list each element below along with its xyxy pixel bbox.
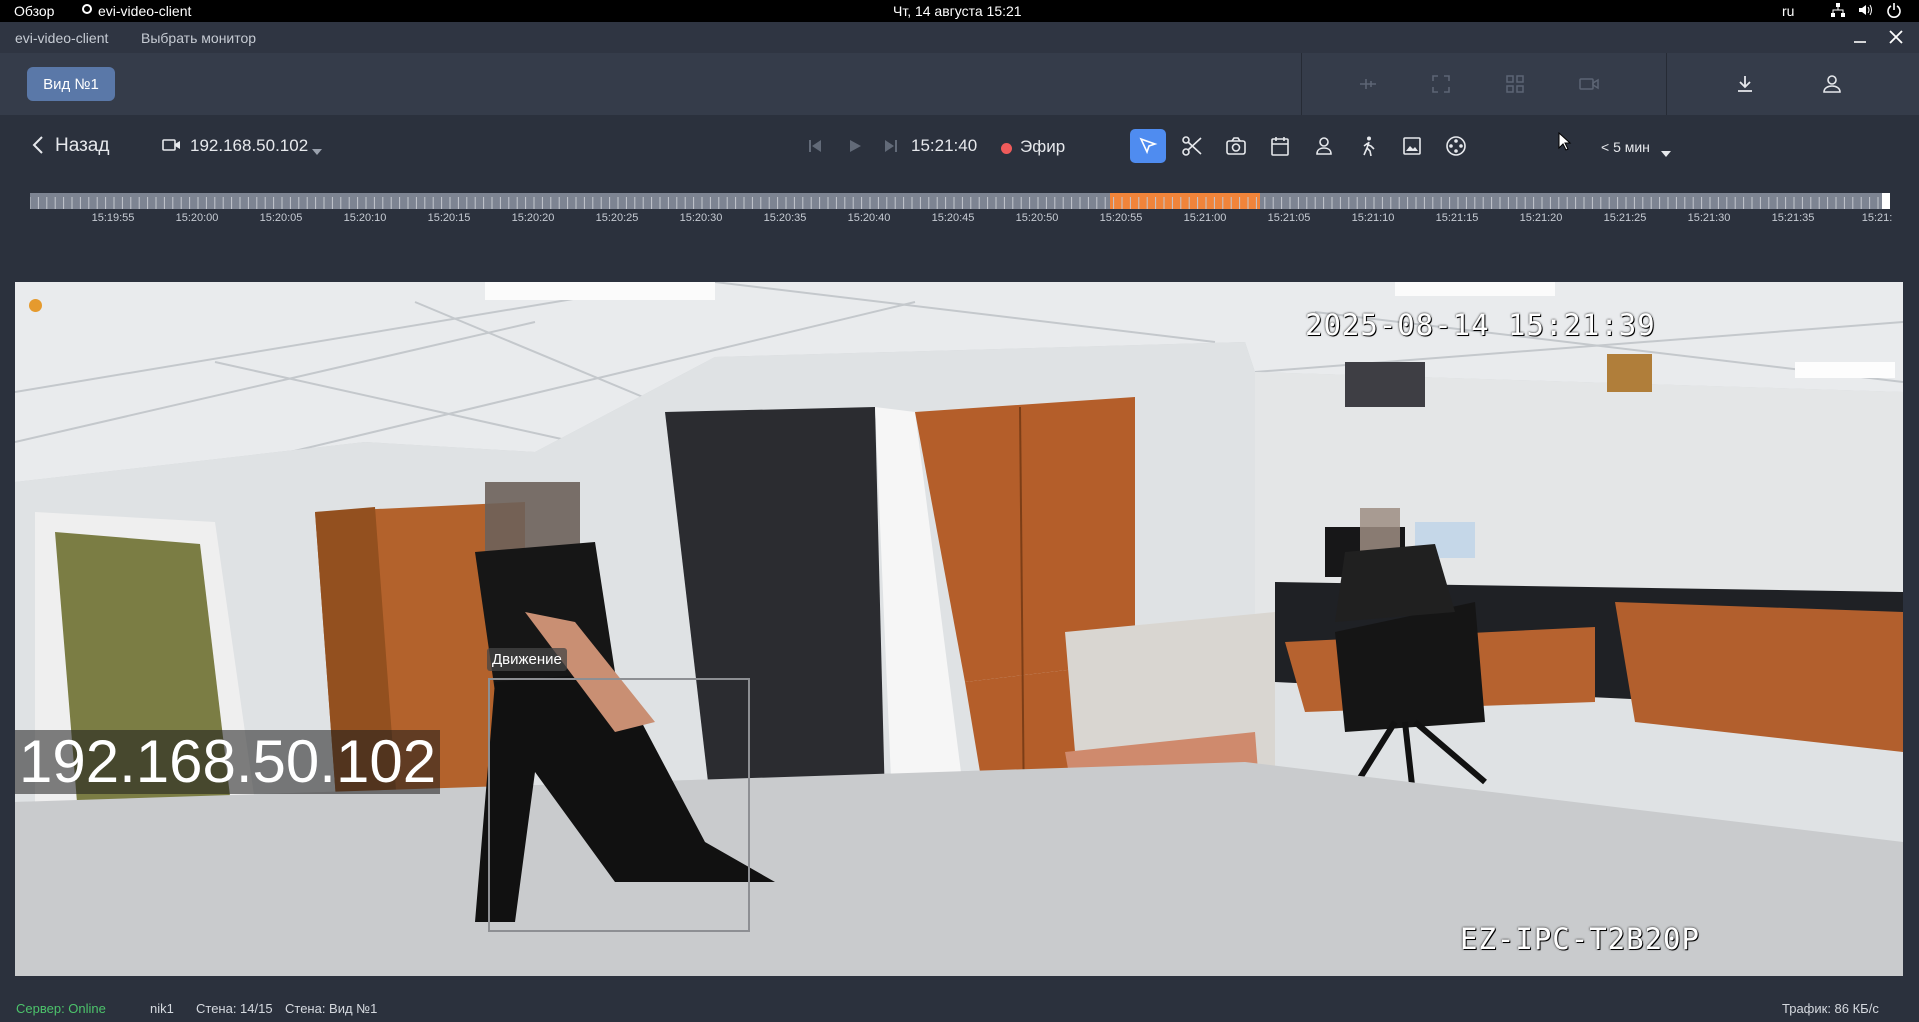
os-app-name[interactable]: evi-video-client xyxy=(98,3,191,19)
recording-indicator-icon xyxy=(29,299,42,312)
settings-dial-icon[interactable] xyxy=(1443,133,1469,159)
camera-select-icon xyxy=(162,137,182,158)
grid-layout-icon[interactable] xyxy=(1503,72,1527,96)
range-chevron-down-icon[interactable] xyxy=(1661,144,1671,162)
timeline-playhead[interactable] xyxy=(1882,193,1890,209)
wall-name: Стена: Вид №1 xyxy=(285,1001,378,1016)
timeline-label: 15:20:15 xyxy=(427,212,471,224)
mouse-cursor-icon xyxy=(1558,131,1572,157)
select-tool-icon[interactable] xyxy=(1130,129,1166,163)
server-status: Сервер: Online xyxy=(16,1001,106,1016)
timeline-label: 15:21:10 xyxy=(1351,212,1395,224)
scissors-icon[interactable] xyxy=(1179,133,1205,159)
app-icon xyxy=(82,4,92,14)
minimize-button[interactable] xyxy=(1851,28,1869,49)
back-chevron-icon[interactable] xyxy=(31,134,45,161)
timeline[interactable]: 15:19:55 15:20:00 15:20:05 15:20:10 15:20:15… xyxy=(0,185,1919,235)
pin-icon[interactable] xyxy=(1356,72,1380,96)
range-select[interactable]: < 5 мин xyxy=(1601,139,1650,155)
download-icon[interactable] xyxy=(1733,72,1757,96)
skip-forward-icon[interactable] xyxy=(884,139,898,158)
video-frame[interactable]: 2025-08-14 15:21:39 EZ-IPC-T2B20P 192.16… xyxy=(15,282,1903,976)
app-title: evi-video-client xyxy=(15,30,109,46)
camera-ip-overlay: 192.168.50.102 xyxy=(15,730,441,794)
app-title-bar: evi-video-client Выбрать монитор xyxy=(0,22,1919,53)
timeline-track[interactable] xyxy=(30,193,1890,209)
skip-back-icon[interactable] xyxy=(808,139,822,158)
timeline-label: 15:21:25 xyxy=(1603,212,1647,224)
back-button[interactable]: Назад xyxy=(55,135,109,157)
current-time: 15:21:40 xyxy=(911,136,978,155)
timeline-label: 15:20:30 xyxy=(679,212,723,224)
timeline-label: 15:21:15 xyxy=(1435,212,1479,224)
person-icon[interactable] xyxy=(1311,133,1337,159)
view-toolbar: Вид №1 xyxy=(0,53,1919,115)
traffic-indicator: Трафик: 86 КБ/с xyxy=(1782,1001,1879,1016)
language-indicator[interactable]: ru xyxy=(1782,3,1794,19)
timeline-label: 15:21:05 xyxy=(1267,212,1311,224)
detection-label: Движение xyxy=(487,648,567,671)
snapshot-icon[interactable] xyxy=(1223,133,1249,159)
network-icon[interactable] xyxy=(1830,2,1846,21)
live-button[interactable]: Эфир xyxy=(1020,137,1065,157)
timeline-labels: 15:19:55 15:20:00 15:20:05 15:20:10 15:20:15… xyxy=(0,212,1919,226)
osd-timestamp: 2025-08-14 15:21:39 xyxy=(1305,308,1656,342)
fullscreen-icon[interactable] xyxy=(1429,72,1453,96)
wall-count: Стена: 14/15 xyxy=(196,1001,273,1016)
camera-icon[interactable] xyxy=(1577,72,1601,96)
timeline-label: 15:20:40 xyxy=(847,212,891,224)
image-icon[interactable] xyxy=(1399,133,1425,159)
select-monitor-menu[interactable]: Выбрать монитор xyxy=(141,30,256,46)
close-button[interactable] xyxy=(1887,28,1905,49)
overview-button[interactable]: Обзор xyxy=(14,3,54,19)
timeline-label: 15:19:55 xyxy=(91,212,135,224)
osd-camera-model: EZ-IPC-T2B20P xyxy=(1460,922,1700,956)
user-icon[interactable] xyxy=(1820,72,1844,96)
timeline-label: 15:21:20 xyxy=(1519,212,1563,224)
timeline-label: 15:20:35 xyxy=(763,212,807,224)
timeline-label: 15:20:55 xyxy=(1099,212,1143,224)
calendar-icon[interactable] xyxy=(1267,133,1293,159)
playback-controls: Назад 192.168.50.102 15:21:40 Эфир < 5 м… xyxy=(0,115,1919,185)
chevron-down-icon[interactable] xyxy=(312,142,322,160)
timeline-label: 15:20:50 xyxy=(1015,212,1059,224)
clock[interactable]: Чт, 14 августа 15:21 xyxy=(893,3,1022,19)
camera-select[interactable]: 192.168.50.102 xyxy=(190,136,308,156)
timeline-label: 15:20:20 xyxy=(511,212,555,224)
toolbar-divider xyxy=(1301,53,1302,115)
status-bar: Сервер: Online nik1 Стена: 14/15 Стена: … xyxy=(0,993,1919,1022)
detection-box[interactable] xyxy=(488,678,750,932)
walking-person-icon[interactable] xyxy=(1355,133,1381,159)
timeline-label: 15:20:10 xyxy=(343,212,387,224)
volume-icon[interactable] xyxy=(1857,2,1873,21)
timeline-label: 15:20:05 xyxy=(259,212,303,224)
power-icon[interactable] xyxy=(1886,2,1902,21)
camera-scene xyxy=(15,282,1903,976)
play-icon[interactable] xyxy=(848,139,862,158)
timeline-label: 15:20:00 xyxy=(175,212,219,224)
timeline-label: 15:21:35 xyxy=(1771,212,1815,224)
timeline-label: 15:20:25 xyxy=(595,212,639,224)
live-dot-icon xyxy=(1001,143,1012,154)
timeline-label: 15:21:00 xyxy=(1183,212,1227,224)
toolbar-divider xyxy=(1666,53,1667,115)
timeline-label: 15:21:30 xyxy=(1687,212,1731,224)
timeline-label: 15:21: xyxy=(1861,212,1893,224)
os-top-bar: Обзор evi-video-client Чт, 14 августа 15… xyxy=(0,0,1919,22)
timeline-background xyxy=(30,193,1890,209)
timeline-label: 15:20:45 xyxy=(931,212,975,224)
view-tab-button[interactable]: Вид №1 xyxy=(27,67,115,101)
current-user: nik1 xyxy=(150,1001,174,1016)
timeline-motion-event[interactable] xyxy=(1110,193,1260,209)
